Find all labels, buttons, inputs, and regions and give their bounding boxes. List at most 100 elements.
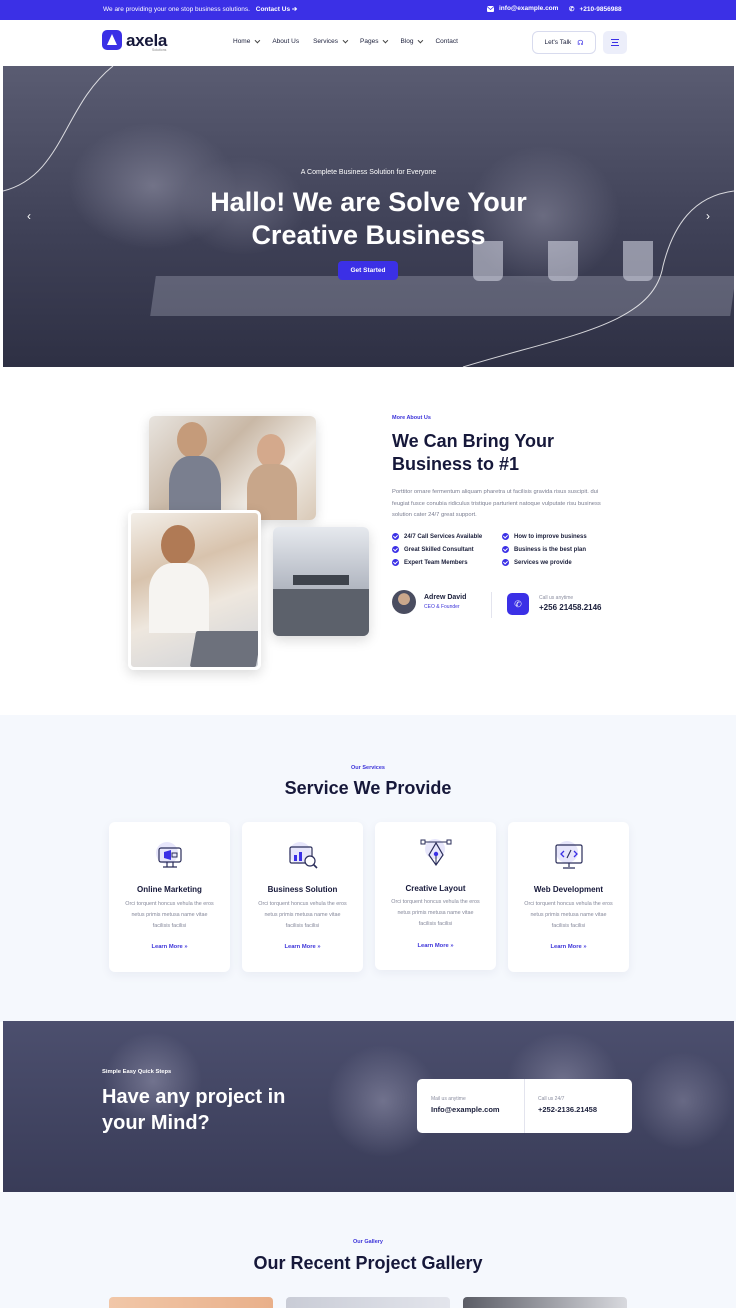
top-bar: We are providing your one stop business … bbox=[0, 0, 736, 20]
about-description: Porttitor ornare fermentum aliquam phare… bbox=[392, 489, 601, 518]
hero-title: Hallo! We are Solve Your Creative Busines… bbox=[210, 187, 527, 250]
feature-item: Great Skilled Consultant bbox=[392, 546, 502, 553]
gallery-tag: Our Gallery bbox=[353, 1239, 383, 1245]
call-number[interactable]: +256 21458.2146 bbox=[539, 603, 602, 612]
check-circle-icon bbox=[502, 546, 509, 553]
about-title: We Can Bring Your Business to #1 bbox=[392, 431, 555, 474]
get-started-button[interactable]: Get Started bbox=[338, 261, 398, 280]
logo-subtitle: Solutions bbox=[152, 48, 167, 52]
check-circle-icon bbox=[392, 559, 399, 566]
services-title: Service We Provide bbox=[284, 778, 452, 798]
about-image-team bbox=[149, 416, 316, 520]
avatar bbox=[392, 590, 416, 614]
divider bbox=[524, 1079, 525, 1133]
mail-value[interactable]: Info@example.com bbox=[431, 1105, 500, 1114]
site-logo[interactable]: axela bbox=[102, 30, 167, 50]
about-feature-list: 24/7 Call Services Available How to impr… bbox=[392, 533, 622, 566]
divider bbox=[491, 592, 492, 618]
logo-mark-icon bbox=[102, 30, 122, 50]
service-card-text: Orci torquent honcus vehula the eros net… bbox=[258, 901, 347, 929]
double-chevron-right-icon: » bbox=[583, 944, 587, 950]
about-image-laptop bbox=[128, 510, 261, 670]
double-chevron-right-icon: » bbox=[184, 944, 188, 950]
service-card-title: Online Marketing bbox=[137, 885, 202, 894]
menu-item-blog[interactable]: Blog bbox=[400, 37, 424, 45]
headset-icon: ☊ bbox=[577, 39, 584, 47]
table-shape bbox=[293, 575, 349, 585]
hero-prev-arrow-icon[interactable]: ‹ bbox=[21, 208, 37, 224]
banner-tag: Simple Easy Quick Steps bbox=[102, 1069, 172, 1075]
lets-talk-button[interactable]: Let's Talk ☊ bbox=[532, 31, 596, 54]
chevron-down-icon bbox=[383, 37, 389, 43]
author-block: Adrew David CEO & Founder bbox=[392, 590, 466, 614]
pen-tool-icon bbox=[420, 839, 452, 867]
about-image-office bbox=[273, 527, 369, 636]
check-circle-icon bbox=[502, 559, 509, 566]
chevron-down-icon bbox=[254, 37, 261, 43]
phone-icon: ✆ bbox=[569, 6, 575, 13]
gallery-thumbnail[interactable] bbox=[109, 1297, 273, 1308]
learn-more-link[interactable]: Learn More » bbox=[109, 944, 230, 950]
double-chevron-right-icon: » bbox=[317, 944, 321, 950]
person-shape bbox=[161, 525, 195, 565]
gallery-title: Our Recent Project Gallery bbox=[253, 1253, 483, 1273]
check-circle-icon bbox=[502, 533, 509, 540]
service-card-title: Creative Layout bbox=[405, 884, 466, 893]
author-name: Adrew David bbox=[424, 594, 467, 601]
call-value[interactable]: +252-2136.21458 bbox=[538, 1105, 597, 1114]
feature-item: 24/7 Call Services Available bbox=[392, 533, 502, 540]
feature-item: Business is the best plan bbox=[502, 546, 612, 553]
contact-us-link[interactable]: Contact Us ➔ bbox=[256, 6, 298, 13]
service-card-online-marketing[interactable]: Online Marketing Orci torquent honcus ve… bbox=[109, 822, 230, 972]
menu-item-contact[interactable]: Contact bbox=[435, 38, 457, 45]
feature-item: Services we provide bbox=[502, 559, 612, 566]
gallery-thumbnail[interactable] bbox=[286, 1297, 450, 1308]
phone-icon[interactable]: ✆ bbox=[507, 593, 529, 615]
check-circle-icon bbox=[392, 546, 399, 553]
menu-item-services[interactable]: Services bbox=[313, 37, 349, 45]
learn-more-link[interactable]: Learn More » bbox=[508, 944, 629, 950]
person-shape bbox=[149, 563, 209, 633]
top-bar-email-text: info@example.com bbox=[499, 5, 559, 12]
top-bar-message-text: We are providing your one stop business … bbox=[103, 6, 250, 13]
service-card-business-solution[interactable]: Business Solution Orci torquent honcus v… bbox=[242, 822, 363, 972]
gallery-section bbox=[0, 1192, 736, 1308]
code-monitor-icon bbox=[555, 841, 583, 869]
gallery-thumbnail[interactable] bbox=[463, 1297, 627, 1308]
check-circle-icon bbox=[392, 533, 399, 540]
top-bar-email[interactable]: info@example.com bbox=[487, 5, 558, 12]
service-card-creative-layout[interactable]: Creative Layout Orci torquent honcus veh… bbox=[375, 822, 496, 970]
logo-text: axela bbox=[126, 30, 168, 50]
service-card-title: Business Solution bbox=[267, 885, 338, 894]
feature-item: How to improve business bbox=[502, 533, 612, 540]
mail-label: Mail us anytime bbox=[431, 1096, 466, 1102]
service-card-text: Orci torquent honcus vehula the eros net… bbox=[391, 899, 480, 927]
menu-item-pages[interactable]: Pages bbox=[360, 37, 389, 45]
hamburger-menu-button[interactable] bbox=[603, 31, 627, 54]
banner-title: Have any project in your Mind? bbox=[102, 1086, 286, 1134]
top-bar-phone[interactable]: ✆ +210-9856988 bbox=[569, 5, 622, 14]
feature-item: Expert Team Members bbox=[392, 559, 502, 566]
hero-next-arrow-icon[interactable]: › bbox=[700, 208, 716, 224]
chevron-down-icon bbox=[418, 37, 424, 43]
envelope-icon bbox=[487, 5, 494, 12]
learn-more-link[interactable]: Learn More » bbox=[375, 943, 496, 949]
laptop-shape bbox=[189, 631, 258, 667]
menu-item-about-us[interactable]: About Us bbox=[272, 38, 299, 45]
arrow-right-icon: ➔ bbox=[291, 6, 298, 13]
floor-shape bbox=[273, 589, 369, 636]
hero-tagline: A Complete Business Solution for Everyon… bbox=[300, 169, 437, 176]
service-card-title: Web Development bbox=[533, 885, 604, 894]
menu-item-home[interactable]: Home bbox=[233, 37, 261, 45]
learn-more-link[interactable]: Learn More » bbox=[242, 944, 363, 950]
top-bar-message: We are providing your one stop business … bbox=[103, 5, 297, 13]
author-role: CEO & Founder bbox=[424, 604, 460, 610]
chevron-down-icon bbox=[342, 37, 349, 43]
banner-contact-box: Mail us anytime Info@example.com Call us… bbox=[417, 1079, 632, 1133]
service-card-web-development[interactable]: Web Development Orci torquent honcus veh… bbox=[508, 822, 629, 972]
double-chevron-right-icon: » bbox=[450, 943, 454, 949]
person-shape bbox=[177, 422, 207, 458]
hamburger-line bbox=[611, 45, 619, 46]
chart-search-icon bbox=[289, 842, 318, 869]
project-cta-banner: Simple Easy Quick Steps Have any project… bbox=[3, 1021, 734, 1192]
